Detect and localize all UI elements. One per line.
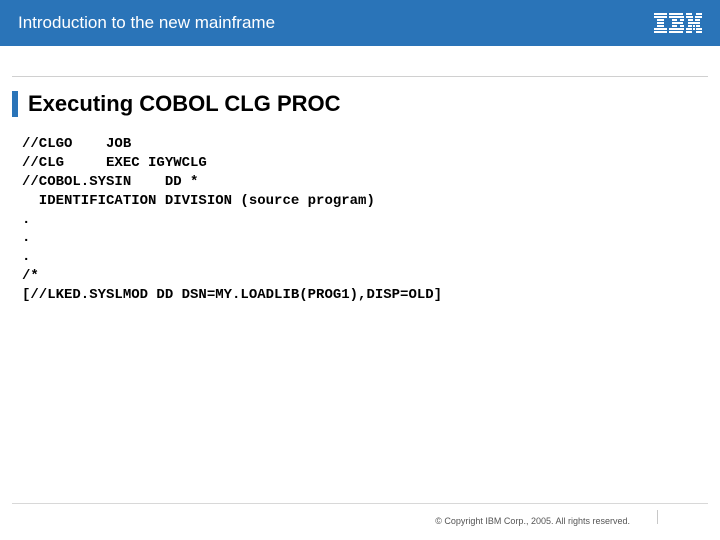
code-line: . — [22, 212, 30, 228]
slide-title: Executing COBOL CLG PROC — [28, 91, 341, 117]
ibm-logo-icon — [654, 13, 702, 33]
footer-tick — [657, 510, 658, 524]
code-line: IDENTIFICATION DIVISION (source program) — [22, 193, 375, 209]
code-block: //CLGO JOB //CLG EXEC IGYWCLG //COBOL.SY… — [22, 135, 698, 305]
header-title: Introduction to the new mainframe — [18, 13, 275, 33]
divider — [12, 76, 708, 77]
title-accent-bar — [12, 91, 18, 117]
code-line: . — [22, 249, 30, 265]
code-line: //CLG EXEC IGYWCLG — [22, 155, 207, 171]
code-line: //COBOL.SYSIN DD * — [22, 174, 198, 190]
code-line: //CLGO JOB — [22, 136, 131, 152]
header-bar: Introduction to the new mainframe — [0, 0, 720, 46]
code-line: [//LKED.SYSLMOD DD DSN=MY.LOADLIB(PROG1)… — [22, 287, 442, 303]
slide-title-row: Executing COBOL CLG PROC — [12, 91, 708, 117]
footer-divider — [12, 503, 708, 504]
code-line: /* — [22, 268, 39, 284]
code-line: . — [22, 230, 30, 246]
copyright-text: © Copyright IBM Corp., 2005. All rights … — [435, 516, 630, 526]
